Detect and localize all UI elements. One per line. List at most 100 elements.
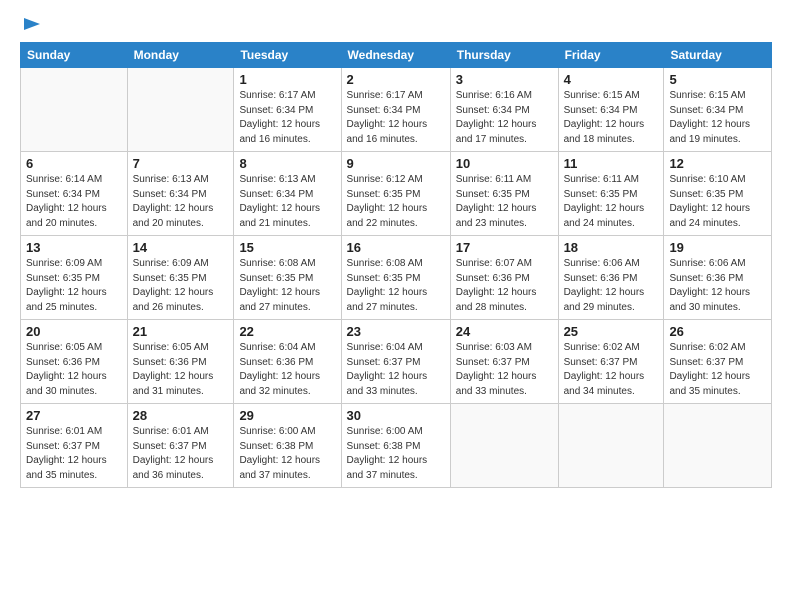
weekday-header-row: SundayMondayTuesdayWednesdayThursdayFrid…: [21, 43, 772, 68]
day-detail: Sunrise: 6:16 AMSunset: 6:34 PMDaylight:…: [456, 89, 553, 147]
calendar-cell: 22 Sunrise: 6:04 AMSunset: 6:36 PMDayligh…: [234, 320, 341, 404]
calendar-cell: 26 Sunrise: 6:02 AMSunset: 6:37 PMDayligh…: [664, 320, 772, 404]
day-number: 25: [564, 324, 659, 339]
day-detail: Sunrise: 6:01 AMSunset: 6:37 PMDaylight:…: [26, 425, 122, 483]
weekday-header-thursday: Thursday: [450, 43, 558, 68]
day-detail: Sunrise: 6:13 AMSunset: 6:34 PMDaylight:…: [239, 173, 335, 231]
day-number: 12: [669, 156, 766, 171]
day-detail: Sunrise: 6:08 AMSunset: 6:35 PMDaylight:…: [347, 257, 445, 315]
logo-flag-icon: [22, 16, 42, 36]
day-number: 18: [564, 240, 659, 255]
page: SundayMondayTuesdayWednesdayThursdayFrid…: [0, 0, 792, 612]
day-detail: Sunrise: 6:01 AMSunset: 6:37 PMDaylight:…: [133, 425, 229, 483]
day-number: 24: [456, 324, 553, 339]
calendar-week-row: 1Sunrise: 6:17 AMSunset: 6:34 PMDaylight…: [21, 68, 772, 152]
day-number: 8: [239, 156, 335, 171]
day-number: 21: [133, 324, 229, 339]
day-detail: Sunrise: 6:04 AMSunset: 6:37 PMDaylight:…: [347, 341, 445, 399]
day-number: 2: [347, 72, 445, 87]
day-number: 16: [347, 240, 445, 255]
day-detail: Sunrise: 6:09 AMSunset: 6:35 PMDaylight:…: [26, 257, 122, 315]
day-detail: Sunrise: 6:04 AMSunset: 6:36 PMDaylight:…: [239, 341, 335, 399]
day-detail: Sunrise: 6:05 AMSunset: 6:36 PMDaylight:…: [26, 341, 122, 399]
day-number: 20: [26, 324, 122, 339]
day-number: 26: [669, 324, 766, 339]
day-detail: Sunrise: 6:00 AMSunset: 6:38 PMDaylight:…: [347, 425, 445, 483]
weekday-header-saturday: Saturday: [664, 43, 772, 68]
calendar-week-row: 6 Sunrise: 6:14 AMSunset: 6:34 PMDaylight…: [21, 152, 772, 236]
day-detail: Sunrise: 6:17 AMSunset: 6:34 PMDaylight:…: [347, 89, 445, 147]
day-number: 19: [669, 240, 766, 255]
calendar-cell: 8 Sunrise: 6:13 AMSunset: 6:34 PMDaylight…: [234, 152, 341, 236]
calendar-table: SundayMondayTuesdayWednesdayThursdayFrid…: [20, 42, 772, 488]
weekday-header-monday: Monday: [127, 43, 234, 68]
calendar-cell: [127, 68, 234, 152]
day-detail: Sunrise: 6:15 AMSunset: 6:34 PMDaylight:…: [669, 89, 766, 147]
day-detail: Sunrise: 6:02 AMSunset: 6:37 PMDaylight:…: [669, 341, 766, 399]
day-number: 3: [456, 72, 553, 87]
day-number: 5: [669, 72, 766, 87]
calendar-cell: [558, 404, 664, 488]
calendar-cell: 7 Sunrise: 6:13 AMSunset: 6:34 PMDaylight…: [127, 152, 234, 236]
day-detail: Sunrise: 6:08 AMSunset: 6:35 PMDaylight:…: [239, 257, 335, 315]
day-number: 30: [347, 408, 445, 423]
calendar-cell: 19Sunrise: 6:06 AMSunset: 6:36 PMDayligh…: [664, 236, 772, 320]
day-detail: Sunrise: 6:00 AMSunset: 6:38 PMDaylight:…: [239, 425, 335, 483]
day-detail: Sunrise: 6:17 AMSunset: 6:34 PMDaylight:…: [239, 89, 335, 147]
calendar-cell: 24 Sunrise: 6:03 AMSunset: 6:37 PMDayligh…: [450, 320, 558, 404]
calendar-cell: 17 Sunrise: 6:07 AMSunset: 6:36 PMDayligh…: [450, 236, 558, 320]
day-number: 14: [133, 240, 229, 255]
calendar-cell: 9 Sunrise: 6:12 AMSunset: 6:35 PMDaylight…: [341, 152, 450, 236]
calendar-cell: 5 Sunrise: 6:15 AMSunset: 6:34 PMDaylight…: [664, 68, 772, 152]
day-number: 17: [456, 240, 553, 255]
day-number: 28: [133, 408, 229, 423]
calendar-cell: [664, 404, 772, 488]
calendar-cell: 23 Sunrise: 6:04 AMSunset: 6:37 PMDayligh…: [341, 320, 450, 404]
calendar-cell: 20 Sunrise: 6:05 AMSunset: 6:36 PMDayligh…: [21, 320, 128, 404]
calendar-cell: 11 Sunrise: 6:11 AMSunset: 6:35 PMDayligh…: [558, 152, 664, 236]
day-number: 9: [347, 156, 445, 171]
day-number: 6: [26, 156, 122, 171]
day-detail: Sunrise: 6:15 AMSunset: 6:34 PMDaylight:…: [564, 89, 659, 147]
weekday-header-tuesday: Tuesday: [234, 43, 341, 68]
day-detail: Sunrise: 6:11 AMSunset: 6:35 PMDaylight:…: [564, 173, 659, 231]
day-detail: Sunrise: 6:10 AMSunset: 6:35 PMDaylight:…: [669, 173, 766, 231]
day-number: 7: [133, 156, 229, 171]
day-number: 10: [456, 156, 553, 171]
calendar-cell: 21Sunrise: 6:05 AMSunset: 6:36 PMDayligh…: [127, 320, 234, 404]
day-number: 11: [564, 156, 659, 171]
calendar-cell: 27 Sunrise: 6:01 AMSunset: 6:37 PMDayligh…: [21, 404, 128, 488]
day-number: 27: [26, 408, 122, 423]
day-detail: Sunrise: 6:09 AMSunset: 6:35 PMDaylight:…: [133, 257, 229, 315]
calendar-cell: [21, 68, 128, 152]
day-detail: Sunrise: 6:06 AMSunset: 6:36 PMDaylight:…: [564, 257, 659, 315]
header: [20, 16, 772, 32]
calendar-cell: 16 Sunrise: 6:08 AMSunset: 6:35 PMDayligh…: [341, 236, 450, 320]
calendar-week-row: 27 Sunrise: 6:01 AMSunset: 6:37 PMDayligh…: [21, 404, 772, 488]
day-detail: Sunrise: 6:03 AMSunset: 6:37 PMDaylight:…: [456, 341, 553, 399]
calendar-cell: 18 Sunrise: 6:06 AMSunset: 6:36 PMDayligh…: [558, 236, 664, 320]
calendar-cell: 15Sunrise: 6:08 AMSunset: 6:35 PMDayligh…: [234, 236, 341, 320]
day-detail: Sunrise: 6:02 AMSunset: 6:37 PMDaylight:…: [564, 341, 659, 399]
calendar-week-row: 20 Sunrise: 6:05 AMSunset: 6:36 PMDayligh…: [21, 320, 772, 404]
day-detail: Sunrise: 6:13 AMSunset: 6:34 PMDaylight:…: [133, 173, 229, 231]
calendar-cell: 30 Sunrise: 6:00 AMSunset: 6:38 PMDayligh…: [341, 404, 450, 488]
calendar-cell: 13Sunrise: 6:09 AMSunset: 6:35 PMDayligh…: [21, 236, 128, 320]
day-detail: Sunrise: 6:07 AMSunset: 6:36 PMDaylight:…: [456, 257, 553, 315]
day-number: 22: [239, 324, 335, 339]
calendar-cell: 2 Sunrise: 6:17 AMSunset: 6:34 PMDaylight…: [341, 68, 450, 152]
calendar-cell: 3 Sunrise: 6:16 AMSunset: 6:34 PMDaylight…: [450, 68, 558, 152]
weekday-header-friday: Friday: [558, 43, 664, 68]
calendar-week-row: 13Sunrise: 6:09 AMSunset: 6:35 PMDayligh…: [21, 236, 772, 320]
calendar-cell: 29Sunrise: 6:00 AMSunset: 6:38 PMDayligh…: [234, 404, 341, 488]
calendar-cell: 1Sunrise: 6:17 AMSunset: 6:34 PMDaylight…: [234, 68, 341, 152]
weekday-header-sunday: Sunday: [21, 43, 128, 68]
calendar-cell: 10 Sunrise: 6:11 AMSunset: 6:35 PMDayligh…: [450, 152, 558, 236]
day-number: 4: [564, 72, 659, 87]
day-detail: Sunrise: 6:12 AMSunset: 6:35 PMDaylight:…: [347, 173, 445, 231]
logo: [20, 16, 42, 32]
calendar-cell: 25 Sunrise: 6:02 AMSunset: 6:37 PMDayligh…: [558, 320, 664, 404]
day-detail: Sunrise: 6:14 AMSunset: 6:34 PMDaylight:…: [26, 173, 122, 231]
day-number: 23: [347, 324, 445, 339]
day-detail: Sunrise: 6:11 AMSunset: 6:35 PMDaylight:…: [456, 173, 553, 231]
